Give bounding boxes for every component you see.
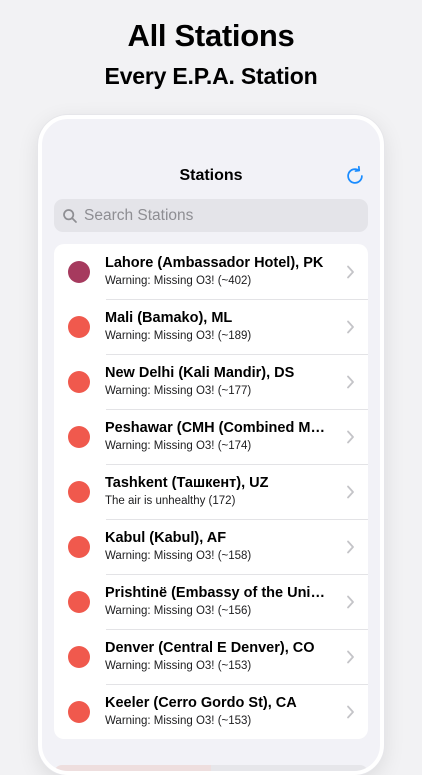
station-name: New Delhi (Kali Mandir), DS xyxy=(105,365,295,381)
station-status: Warning: Missing O3! (~153) xyxy=(105,660,252,672)
station-status: Warning: Missing O3! (~177) xyxy=(105,385,252,397)
refresh-icon xyxy=(347,165,363,184)
station-name: Mali (Bamako), ML xyxy=(105,310,233,326)
chevron-right-icon xyxy=(347,705,354,718)
chevron-right-icon xyxy=(347,320,354,333)
station-status: Warning: Missing O3! (~158) xyxy=(105,550,252,562)
chevron-right-icon xyxy=(347,650,354,663)
chevron-right-icon xyxy=(347,485,354,498)
station-name: Tashkent (Ташкент), UZ xyxy=(105,475,269,491)
aqi-status-dot xyxy=(68,535,90,558)
station-row[interactable]: Denver (Central E Denver), CO Warning: Mi… xyxy=(54,629,368,684)
chevron-right-icon xyxy=(347,430,354,443)
station-name: Lahore (Ambassador Hotel), PK xyxy=(105,255,324,271)
station-status: Warning: Missing O3! (~153) xyxy=(105,715,252,727)
aqi-status-dot xyxy=(68,425,90,448)
aqi-status-dot xyxy=(68,590,90,613)
station-status: Warning: Missing O3! (~156) xyxy=(105,605,252,617)
station-row[interactable]: Kabul (Kabul), AF Warning: Missing O3! (~… xyxy=(54,519,368,574)
search-input[interactable] xyxy=(82,205,346,226)
phone-frame: Stations Lahore (Ambassador Hotel), PK Wa… xyxy=(38,115,384,775)
station-row[interactable]: Prishtinë (Embassy of the Unite... Warnin… xyxy=(54,574,368,629)
chevron-right-icon xyxy=(347,540,354,553)
station-name: Denver (Central E Denver), CO xyxy=(105,640,315,656)
aqi-status-dot xyxy=(68,480,90,503)
bottom-segment-bar xyxy=(54,765,368,771)
nav-title: Stations xyxy=(179,167,243,184)
refresh-button[interactable] xyxy=(342,163,368,189)
station-row[interactable]: Peshawar (CMH (Combined Mili... Warning: … xyxy=(54,409,368,464)
hero-title: All Stations xyxy=(127,18,295,53)
aqi-status-dot xyxy=(68,645,90,668)
chevron-right-icon xyxy=(347,595,354,608)
aqi-status-dot xyxy=(68,260,90,283)
station-status: Warning: Missing O3! (~174) xyxy=(105,440,252,452)
station-status: Warning: Missing O3! (~402) xyxy=(105,275,252,287)
station-status: Warning: Missing O3! (~189) xyxy=(105,330,252,342)
station-row[interactable]: Tashkent (Ташкент), UZ The air is unhealt… xyxy=(54,464,368,519)
hero-subtitle: Every E.P.A. Station xyxy=(104,63,318,89)
station-row[interactable]: Keeler (Cerro Gordo St), CA Warning: Miss… xyxy=(54,684,368,739)
station-name: Prishtinë (Embassy of the Unite... xyxy=(105,585,327,601)
search-icon xyxy=(63,208,77,223)
aqi-status-dot xyxy=(68,370,90,393)
station-row[interactable]: New Delhi (Kali Mandir), DS Warning: Miss… xyxy=(54,354,368,409)
station-row[interactable]: Lahore (Ambassador Hotel), PK Warning: Mi… xyxy=(54,244,368,299)
station-row[interactable]: Mali (Bamako), ML Warning: Missing O3! (~… xyxy=(54,299,368,354)
chevron-right-icon xyxy=(347,375,354,388)
station-name: Keeler (Cerro Gordo St), CA xyxy=(105,695,297,711)
station-list: Lahore (Ambassador Hotel), PK Warning: Mi… xyxy=(54,244,368,739)
station-status: The air is unhealthy (172) xyxy=(105,495,236,507)
search-bar[interactable] xyxy=(54,199,368,232)
aqi-status-dot xyxy=(68,700,90,723)
station-name: Kabul (Kabul), AF xyxy=(105,530,227,546)
aqi-status-dot xyxy=(68,315,90,338)
station-name: Peshawar (CMH (Combined Mili... xyxy=(105,420,327,436)
chevron-right-icon xyxy=(347,265,354,278)
